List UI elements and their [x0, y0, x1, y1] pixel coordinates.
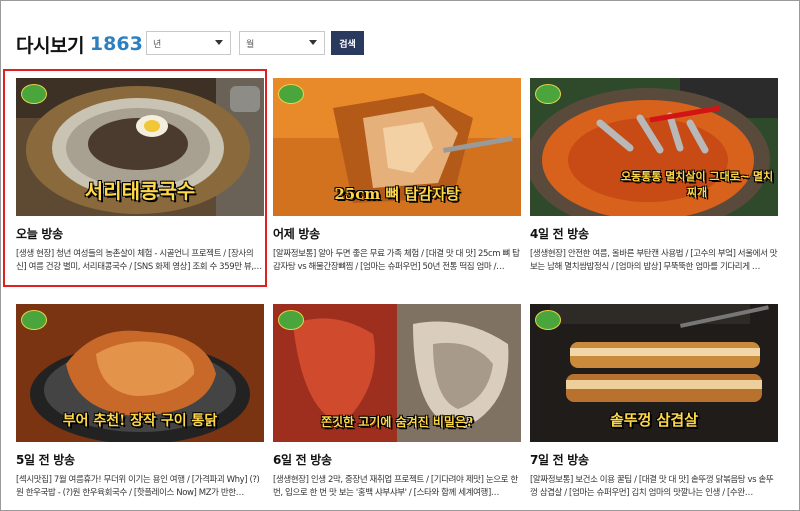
thumbnail-caption: 부어 추천! 장작 구이 통닭: [62, 413, 218, 429]
chevron-down-icon: [309, 40, 317, 45]
thumbnail-caption: 오동통통 멸치살이 그대로~ 멸치찌개: [620, 170, 774, 199]
thumbnail-caption: 25cm 뼈 탑감자탕: [334, 185, 460, 203]
episode-description[interactable]: [섹시맛집] 7월 여름휴가! 무더위 이기는 용인 여행 / [가격파괴 Wh…: [16, 474, 264, 500]
page-header: 다시보기 1863: [16, 30, 143, 58]
show-logo-icon: [535, 310, 561, 330]
episode-thumbnail[interactable]: 쫀깃한 고기에 숨겨진 비밀은?: [273, 304, 521, 442]
episode-thumbnail[interactable]: 부어 추천! 장작 구이 통닭: [16, 304, 264, 442]
year-select-value: 년: [153, 39, 162, 50]
search-button[interactable]: 검색: [331, 31, 364, 55]
episode-description[interactable]: [생생현장] 인생 2막, 중장년 재취업 프로젝트 / [기다려야 제맛] 눈…: [273, 474, 521, 500]
episode-title[interactable]: 4일 전 방송: [530, 225, 778, 242]
episode-card[interactable]: 부어 추천! 장작 구이 통닭 5일 전 방송 [섹시맛집] 7월 여름휴가! …: [16, 304, 264, 500]
episode-thumbnail[interactable]: 25cm 뼈 탑감자탕: [273, 78, 521, 216]
episode-card[interactable]: 25cm 뼈 탑감자탕 어제 방송 [알짜정보통] 알아 두면 좋은 무료 가족…: [273, 78, 521, 274]
show-logo-icon: [535, 84, 561, 104]
thumbnail-caption: 솥뚜껑 삼겹살: [609, 411, 699, 429]
show-logo-icon: [278, 310, 304, 330]
episode-description[interactable]: [알짜정보통] 보건소 이용 꿀팁 / [대결 맛 대 맛] 솥뚜껑 닭볶음탕 …: [530, 474, 778, 500]
show-logo-icon: [278, 84, 304, 104]
episode-thumbnail[interactable]: 솥뚜껑 삼겹살: [530, 304, 778, 442]
chevron-down-icon: [215, 40, 223, 45]
year-select[interactable]: 년: [146, 31, 231, 55]
thumbnail-caption: 쫀깃한 고기에 숨겨진 비밀은?: [320, 415, 474, 429]
episode-description[interactable]: [알짜정보통] 알아 두면 좋은 무료 가족 체험 / [대결 맛 대 맛] 2…: [273, 248, 521, 274]
page-title: 다시보기: [16, 34, 84, 57]
episode-title[interactable]: 5일 전 방송: [16, 451, 264, 468]
episode-card[interactable]: 쫀깃한 고기에 숨겨진 비밀은? 6일 전 방송 [생생현장] 인생 2막, 중…: [273, 304, 521, 500]
episode-thumbnail[interactable]: 오동통통 멸치살이 그대로~ 멸치찌개: [530, 78, 778, 216]
episode-title[interactable]: 7일 전 방송: [530, 451, 778, 468]
episode-description[interactable]: [생생현장] 안전한 여름, 올바른 부탄캔 사용법 / [고수의 부엌] 서울…: [530, 248, 778, 274]
episode-title[interactable]: 6일 전 방송: [273, 451, 521, 468]
episode-count: 1863: [89, 33, 143, 55]
show-logo-icon: [21, 310, 47, 330]
episode-title[interactable]: 어제 방송: [273, 225, 521, 242]
selection-highlight: [3, 69, 267, 287]
episode-card[interactable]: 오동통통 멸치살이 그대로~ 멸치찌개 4일 전 방송 [생생현장] 안전한 여…: [530, 78, 778, 274]
month-select-value: 월: [246, 39, 255, 50]
episode-card[interactable]: 솥뚜껑 삼겹살 7일 전 방송 [알짜정보통] 보건소 이용 꿀팁 / [대결 …: [530, 304, 778, 500]
month-select[interactable]: 월: [239, 31, 325, 55]
